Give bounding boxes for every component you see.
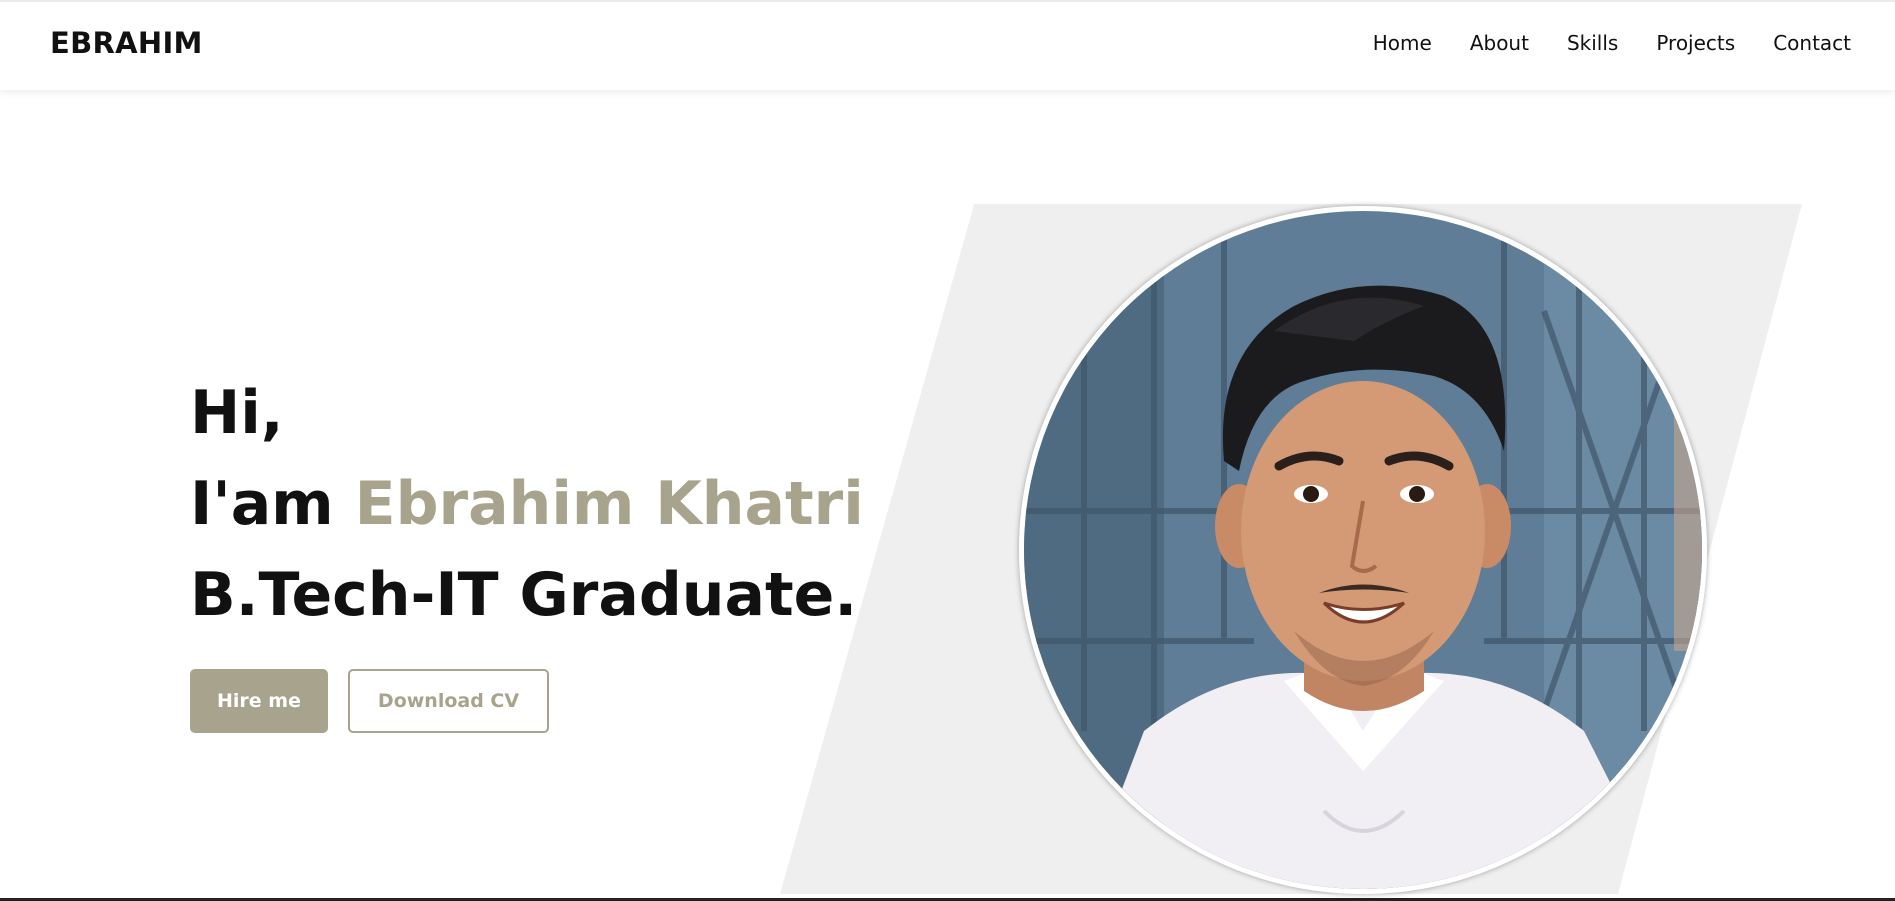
hire-me-button[interactable]: Hire me [190,669,328,733]
hero-greeting: Hi, [190,378,284,448]
nav-link-home[interactable]: Home [1373,31,1432,55]
nav-link-projects[interactable]: Projects [1656,31,1735,55]
nav-link-contact[interactable]: Contact [1773,31,1851,55]
nav-link-skills[interactable]: Skills [1567,31,1618,55]
nav-link-about[interactable]: About [1470,31,1529,55]
hero-name: Ebrahim Khatri [354,469,864,539]
nav-menu: Home About Skills Projects Contact [1373,31,1851,55]
download-cv-button[interactable]: Download CV [348,669,549,733]
profile-photo-illustration [1024,211,1702,889]
hero-intro: I'am Ebrahim Khatri [190,459,864,550]
hero-text: Hi, I'am Ebrahim Khatri B.Tech-IT Gradua… [190,368,864,641]
navbar: EBRAHIM Home About Skills Projects Conta… [0,0,1895,90]
site-logo[interactable]: EBRAHIM [50,26,203,60]
profile-photo [1019,206,1707,894]
hero-intro-prefix: I'am [190,469,355,539]
hero-buttons: Hire me Download CV [190,669,549,733]
hero-title: B.Tech-IT Graduate. [190,560,858,630]
